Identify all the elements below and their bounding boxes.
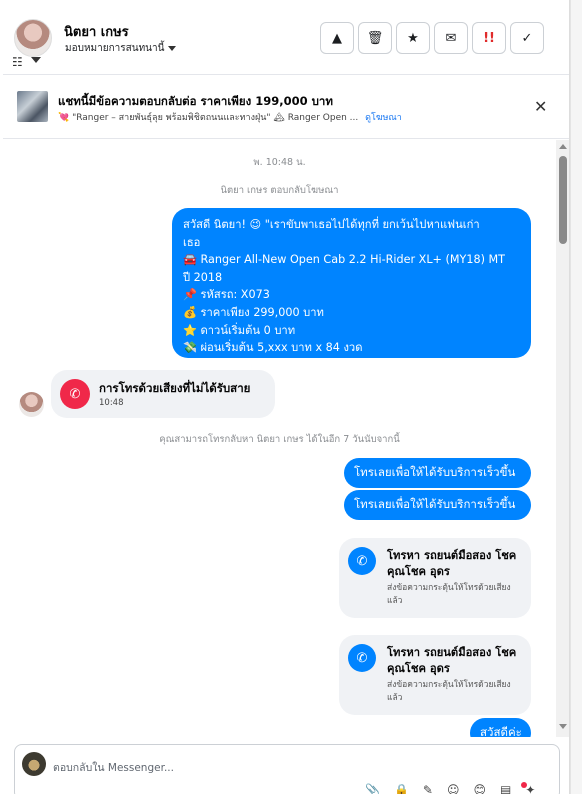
contact-avatar[interactable]	[14, 19, 52, 57]
page-scrollbar[interactable]	[570, 0, 582, 794]
message-list: พ. 10:48 น. นิตยา เกษร ตอบกลับโฆษณา สวัส…	[3, 140, 569, 737]
message-line: 💰 ราคาเพียง 299,000 บาท	[183, 305, 324, 319]
warning-button[interactable]: ▲	[320, 22, 354, 54]
trash-icon: 🗑	[366, 30, 384, 46]
emoji-icon[interactable]: ☺	[447, 783, 460, 794]
outgoing-message[interactable]: สวัสดี นิตยา! 😉 "เราขับพาเธอไปได้ทุกที่ …	[172, 208, 531, 358]
message-line: 💸 ผ่อนเริ่มต้น 5,xxx บาท x 84 งวด	[183, 341, 363, 355]
reply-input[interactable]: ตอบกลับใน Messenger...	[53, 759, 174, 776]
assign-label: มอบหมายการสนทนานี้	[65, 43, 165, 54]
banner-title: แชทนี้มีข้อความตอบกลับต่อ ราคาเพียง 199,…	[58, 94, 333, 108]
call-prompt-card[interactable]: ✆ โทรหา รถยนต์มือสอง โชคคุณโชค อุดร ส่งข…	[339, 538, 531, 618]
chevron-down-icon[interactable]	[31, 57, 41, 63]
priority-button[interactable]: !!	[472, 22, 506, 54]
view-ad-link[interactable]: ดูโฆษณา	[365, 113, 402, 123]
sticker-icon[interactable]: 😊	[473, 783, 486, 794]
card-subtitle: ส่งข้อความกระตุ้นให้โทรด้วยเสียงแล้ว	[387, 583, 511, 606]
call-now-message[interactable]: โทรเลยเพื่อให้ได้รับบริการเร็วขึ้น	[344, 458, 531, 488]
missed-call-title: การโทรด้วยเสียงที่ไม่ได้รับสาย	[99, 381, 251, 395]
scrollbar-thumb[interactable]	[559, 156, 567, 244]
missed-call-bubble[interactable]: ✆ การโทรด้วยเสียงที่ไม่ได้รับสาย 10:48	[51, 370, 275, 418]
mail-icon: ✉	[445, 30, 457, 46]
ad-context-banner: แชทนี้มีข้อความตอบกลับต่อ ราคาเพียง 199,…	[3, 75, 569, 139]
notification-dot	[521, 782, 527, 788]
message-line: ⭐ ดาวน์เริ่มต้น 0 บาท	[183, 323, 296, 337]
missed-call-time: 10:48	[99, 398, 124, 408]
scroll-down-icon[interactable]	[559, 724, 567, 729]
contact-avatar-small[interactable]	[19, 392, 44, 417]
message-line: 📌 รหัสรถ: X073	[183, 288, 270, 302]
sliders-icon[interactable]: ☷	[12, 55, 23, 69]
scroll-up-icon[interactable]	[559, 144, 567, 149]
trash-button[interactable]: 🗑	[358, 22, 392, 54]
template-icon[interactable]: ▤	[500, 783, 511, 794]
callback-note: คุณสามารถโทรกลับหา นิตยา เกษร ได้ในอีก 7…	[159, 434, 400, 445]
priority-icon: !!	[483, 30, 495, 46]
phone-icon: ✆	[348, 644, 376, 672]
done-button[interactable]: ✓	[510, 22, 544, 54]
message-line: เธอ	[183, 235, 201, 249]
card-subtitle: ส่งข้อความกระตุ้นให้โทรด้วยเสียงแล้ว	[387, 680, 511, 703]
chat-scrollbar[interactable]	[556, 140, 569, 737]
missed-call-icon: ✆	[60, 379, 90, 409]
card-title: โทรหา รถยนต์มือสอง โชคคุณโชค อุดร	[387, 646, 517, 675]
messenger-panel: ☷ นิตยา เกษร มอบหมายการสนทนานี้ ▲ 🗑 ★ ✉ …	[3, 0, 570, 794]
conversation-header: ☷ นิตยา เกษร มอบหมายการสนทนานี้ ▲ 🗑 ★ ✉ …	[3, 0, 569, 75]
call-prompt-card[interactable]: ✆ โทรหา รถยนต์มือสอง โชคคุณโชค อุดร ส่งข…	[339, 635, 531, 715]
ad-thumbnail	[17, 91, 48, 122]
header-actions: ▲ 🗑 ★ ✉ !! ✓	[320, 22, 544, 54]
star-button[interactable]: ★	[396, 22, 430, 54]
call-now-message[interactable]: โทรเลยเพื่อให้ได้รับบริการเร็วขึ้น	[344, 490, 531, 520]
warning-icon: ▲	[332, 30, 342, 46]
page-avatar	[22, 752, 46, 776]
phone-icon: ✆	[348, 547, 376, 575]
edit-icon[interactable]: ✎	[423, 783, 433, 794]
ad-reply-note: นิตยา เกษร ตอบกลับโฆษณา	[220, 185, 339, 196]
banner-subtitle: 💘 "Ranger – สายพันธุ์ลุย พร้อมพิชิตถนนแล…	[58, 110, 402, 124]
star-icon: ★	[407, 30, 419, 46]
banner-ad-text: 💘 "Ranger – สายพันธุ์ลุย พร้อมพิชิตถนนแล…	[58, 113, 359, 123]
message-line: ปี 2018	[183, 270, 223, 284]
reply-composer[interactable]: ตอบกลับใน Messenger... 📎 🔒 ✎ ☺ 😊 ▤ ✦	[14, 744, 560, 794]
composer-toolbar: 📎 🔒 ✎ ☺ 😊 ▤ ✦	[365, 783, 535, 794]
outgoing-message[interactable]: สวัสดีค่ะ	[470, 718, 531, 737]
lock-icon[interactable]: 🔒	[394, 783, 409, 794]
message-timestamp: พ. 10:48 น.	[253, 157, 306, 168]
contact-name[interactable]: นิตยา เกษร	[64, 21, 129, 42]
card-title: โทรหา รถยนต์มือสอง โชคคุณโชค อุดร	[387, 549, 517, 578]
attach-icon[interactable]: 📎	[365, 783, 380, 794]
mail-button[interactable]: ✉	[434, 22, 468, 54]
close-icon[interactable]: ✕	[534, 97, 547, 116]
assign-conversation-dropdown[interactable]: มอบหมายการสนทนานี้	[65, 41, 177, 56]
message-line: 🚘 Ranger All-New Open Cab 2.2 Hi-Rider X…	[183, 253, 505, 267]
message-line: สวัสดี นิตยา! 😉 "เราขับพาเธอไปได้ทุกที่ …	[183, 218, 480, 231]
check-icon: ✓	[521, 30, 533, 46]
chevron-down-icon	[168, 46, 177, 51]
